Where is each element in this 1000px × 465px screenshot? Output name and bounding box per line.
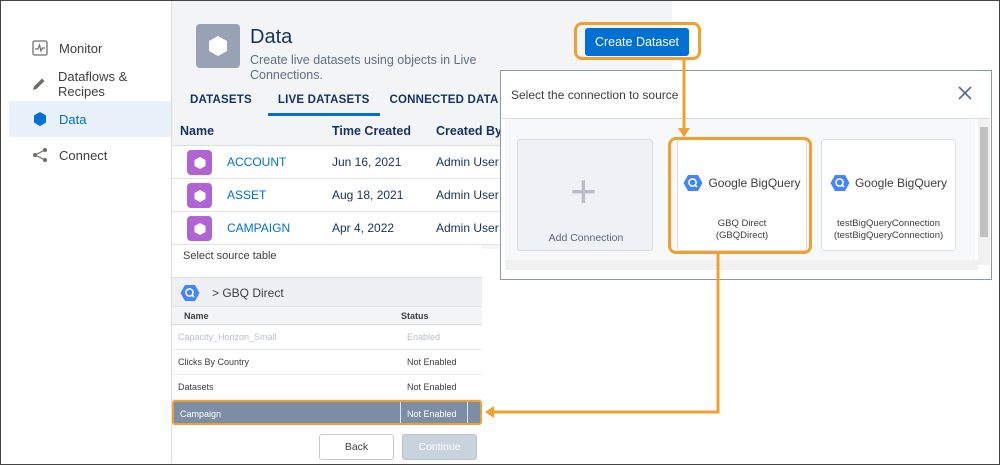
arrowhead [485, 406, 494, 418]
arrowhead [678, 128, 690, 137]
callout-arrows [485, 60, 720, 418]
arrow-to-campaign-row [493, 254, 720, 414]
